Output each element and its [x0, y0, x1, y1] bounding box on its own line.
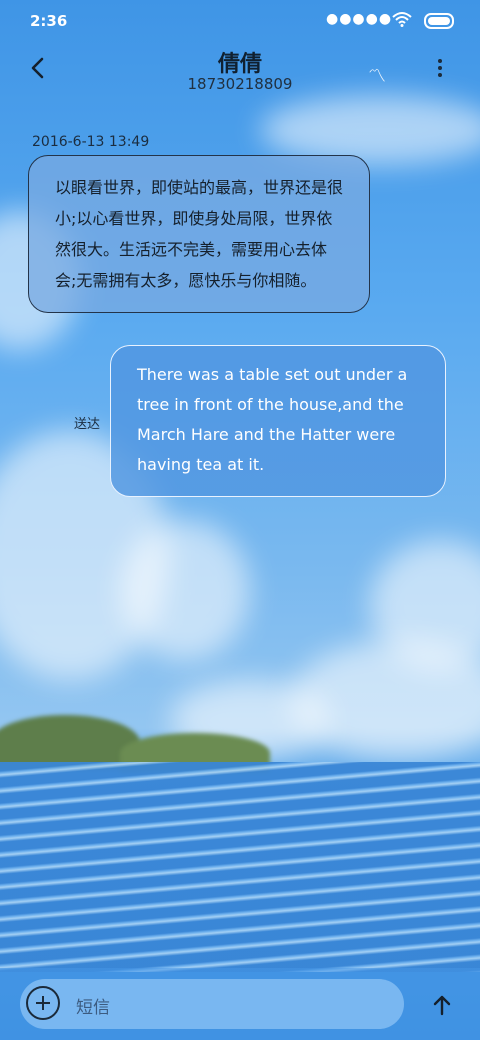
contact-phone: 18730218809	[187, 75, 293, 93]
status-time: 2:36	[30, 12, 68, 30]
incoming-message-bubble[interactable]: 以眼看世界，即使站的最高，世界还是很小;以心看世界，即使身处局限，世界依然很大。…	[28, 155, 370, 313]
send-arrow-icon[interactable]	[430, 993, 454, 1017]
sms-conversation-screen: 〽 2:36 ●●●●● 倩倩 18730218809 2016-6-13 13…	[0, 0, 480, 1040]
sea-decoration	[0, 762, 480, 972]
cloud-decoration	[120, 520, 250, 660]
more-vertical-icon[interactable]	[430, 56, 450, 84]
battery-icon	[424, 13, 454, 29]
contact-name: 倩倩	[217, 52, 262, 77]
plus-circle-icon[interactable]	[26, 986, 60, 1020]
signal-icon: ●●●●●	[326, 11, 393, 27]
wifi-icon	[392, 12, 412, 27]
message-input-placeholder: 短信	[76, 998, 110, 1018]
status-bar: 2:36 ●●●●●	[0, 0, 480, 40]
message-timestamp: 2016-6-13 13:49	[32, 134, 150, 150]
delivery-status: 送达	[74, 417, 101, 432]
outgoing-message-bubble[interactable]: There was a table set out under a tree i…	[110, 345, 446, 497]
